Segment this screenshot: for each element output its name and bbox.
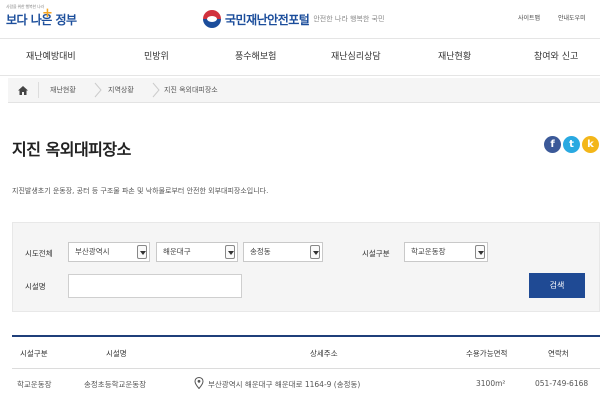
- sitemap-link[interactable]: 사이트맵: [518, 13, 540, 22]
- sido-select[interactable]: 부산광역시: [68, 242, 150, 262]
- help-link[interactable]: 안내도우미: [558, 13, 586, 22]
- home-icon[interactable]: [8, 78, 38, 102]
- region-label: 시도전체: [25, 249, 53, 258]
- breadcrumb: 재난현황 지역상황 지진 옥외대피장소: [8, 78, 600, 103]
- dong-select-value: 송정동: [250, 247, 271, 256]
- logo-plus-icon: +: [42, 6, 53, 21]
- facility-name-input[interactable]: [68, 274, 242, 298]
- column-header-type: 시설구분: [20, 349, 48, 358]
- breadcrumb-divider: [38, 82, 39, 98]
- logo-slogan-small: 사람을 위한 행복한 나라: [6, 4, 45, 9]
- search-button[interactable]: 검색: [529, 273, 585, 298]
- portal-subtitle: 안전한 나라 행복한 국민: [313, 15, 385, 23]
- column-header-address: 상세주소: [310, 349, 338, 358]
- page-title: 지진 옥외대피장소: [12, 140, 131, 159]
- government-logo[interactable]: 사람을 위한 행복한 나라 보다 나은 정부 +: [6, 4, 77, 32]
- facility-type-label: 시설구분: [362, 249, 390, 258]
- facility-name-label: 시설명: [25, 282, 46, 291]
- breadcrumb-item-region[interactable]: 지역상황: [108, 78, 134, 102]
- main-navigation: 재난예방대비 민방위 풍수해보험 재난심리상담 재난현황 참여와 신고: [0, 38, 600, 76]
- portal-brand[interactable]: 국민재난안전포털 안전한 나라 행복한 국민: [203, 4, 384, 34]
- taegeuk-emblem-icon: [203, 10, 221, 28]
- sigungu-select[interactable]: 해운대구: [156, 242, 238, 262]
- table-top-border: [12, 335, 600, 337]
- cell-contact: 051-749-6168: [535, 379, 589, 388]
- facebook-share-icon[interactable]: f: [544, 136, 561, 153]
- dong-select[interactable]: 송정동: [243, 242, 323, 262]
- chevron-down-icon: [225, 245, 235, 259]
- chevron-right-icon: [152, 82, 160, 98]
- nav-item-participation[interactable]: 참여와 신고: [534, 39, 578, 76]
- chevron-right-icon: [94, 82, 102, 98]
- table-header-divider: [12, 368, 600, 369]
- nav-item-counseling[interactable]: 재난심리상담: [331, 39, 381, 76]
- column-header-contact: 연락처: [548, 349, 569, 358]
- cell-capacity-area: 3100m²: [476, 379, 506, 388]
- sigungu-select-value: 해운대구: [163, 247, 191, 256]
- breadcrumb-item-current: 지진 옥외대피장소: [164, 86, 218, 94]
- facility-type-select[interactable]: 학교운동장: [404, 242, 488, 262]
- chevron-down-icon: [310, 245, 320, 259]
- kakao-share-icon[interactable]: k: [582, 136, 599, 153]
- twitter-share-icon[interactable]: t: [563, 136, 580, 153]
- chevron-down-icon: [137, 245, 147, 259]
- breadcrumb-item-status[interactable]: 재난현황: [50, 78, 76, 102]
- facility-type-select-value: 학교운동장: [411, 247, 446, 256]
- cell-address: 부산광역시 해운대구 해운대로 1164-9 (송정동): [208, 380, 361, 389]
- cell-facility-name[interactable]: 송정초등학교운동장: [84, 379, 146, 390]
- search-panel: 시도전체 부산광역시 해운대구 송정동 시설구분 학교운동장 시설명 검색: [12, 222, 600, 312]
- cell-facility-type: 학교운동장: [17, 380, 52, 389]
- top-header: 사람을 위한 행복한 나라 보다 나은 정부 + 국민재난안전포털 안전한 나라…: [0, 0, 600, 38]
- nav-item-insurance[interactable]: 풍수해보험: [235, 39, 276, 76]
- sido-select-value: 부산광역시: [75, 247, 110, 256]
- nav-item-prevention[interactable]: 재난예방대비: [26, 39, 76, 76]
- column-header-name: 시설명: [106, 349, 127, 358]
- nav-item-disaster-status[interactable]: 재난현황: [438, 39, 471, 76]
- page-description: 지진발생초기 운동장, 공터 등 구조물 파손 및 낙하물로부터 안전한 외부대…: [12, 187, 269, 195]
- chevron-down-icon: [475, 245, 485, 259]
- column-header-area: 수용가능면적: [466, 349, 508, 358]
- portal-title: 국민재난안전포털: [225, 12, 310, 27]
- map-pin-icon[interactable]: [194, 377, 204, 389]
- nav-item-civil-defense[interactable]: 민방위: [144, 39, 169, 76]
